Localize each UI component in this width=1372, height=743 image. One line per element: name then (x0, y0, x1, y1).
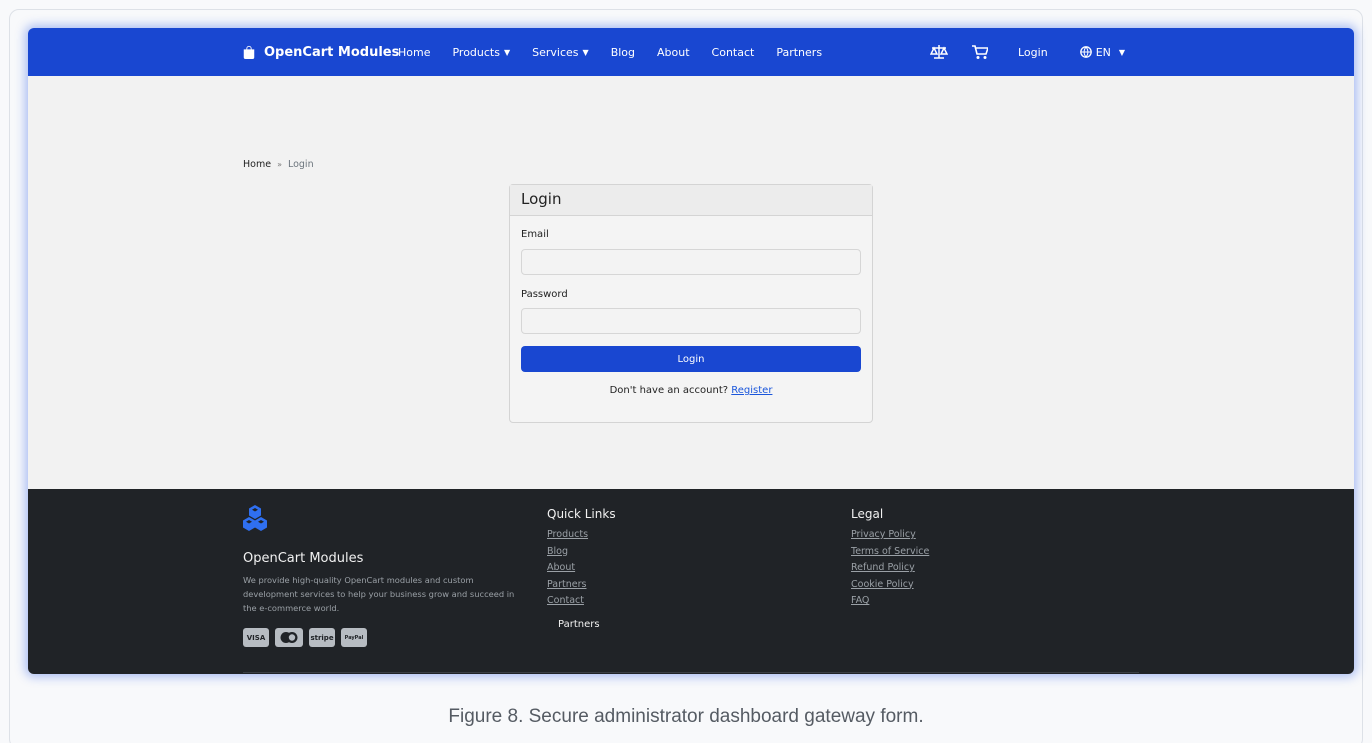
visa-icon: VISA (243, 628, 269, 647)
brand-name: OpenCart Modules (264, 44, 400, 60)
footer-partners-label[interactable]: Partners (558, 619, 600, 630)
cubes-logo-icon (243, 505, 267, 531)
breadcrumb-current: Login (287, 159, 314, 170)
nav-services-dropdown[interactable]: Services ▼ (532, 46, 589, 59)
footer-link-contact[interactable]: Contact (547, 593, 616, 610)
figure-caption: Figure 8. Secure administrator dashboard… (448, 706, 924, 727)
register-link[interactable]: Register (731, 385, 772, 396)
breadcrumb: Home » Login (243, 159, 314, 170)
nav-menu: Home Products ▼ Services ▼ Blog About Cont… (398, 28, 822, 76)
footer-link-about[interactable]: About (547, 560, 616, 577)
email-label: Email (521, 229, 549, 240)
email-field[interactable] (521, 249, 861, 275)
scale-icon[interactable] (930, 44, 948, 60)
globe-icon (1079, 46, 1092, 58)
nav-blog[interactable]: Blog (611, 46, 635, 59)
top-navbar: OpenCart Modules Home Products ▼ Services… (28, 28, 1354, 76)
footer-brand: OpenCart Modules (243, 551, 364, 566)
caret-down-icon: ▼ (582, 47, 589, 57)
nav-right-group: Login EN ▼ (930, 28, 1125, 76)
language-dropdown[interactable]: EN ▼ (1079, 46, 1126, 59)
legal-column: Legal Privacy Policy Terms of Service Re… (851, 507, 929, 610)
nav-about[interactable]: About (657, 46, 690, 59)
site-footer: OpenCart Modules We provide high-quality… (28, 489, 1354, 674)
login-card-title: Login (510, 185, 872, 216)
cart-icon[interactable] (972, 44, 988, 60)
legal-title: Legal (851, 507, 884, 521)
payment-methods: VISA stripe PayPal (243, 628, 367, 647)
breadcrumb-home[interactable]: Home (243, 159, 271, 170)
browser-viewport: OpenCart Modules Home Products ▼ Services… (28, 28, 1354, 674)
footer-link-privacy[interactable]: Privacy Policy (851, 527, 929, 544)
nav-partners[interactable]: Partners (776, 46, 822, 59)
nav-contact[interactable]: Contact (712, 46, 755, 59)
caret-down-icon: ▼ (1118, 47, 1126, 57)
mastercard-icon (275, 628, 303, 647)
quick-links-title: Quick Links (547, 507, 616, 521)
breadcrumb-separator: » (277, 160, 282, 169)
register-prompt: Don't have an account? Register (609, 385, 773, 396)
quick-links-column: Quick Links Products Blog About Partners… (547, 507, 616, 610)
password-label: Password (521, 289, 568, 300)
shopping-bag-icon (243, 45, 255, 59)
nav-products-dropdown[interactable]: Products ▼ (452, 46, 510, 59)
stripe-icon: stripe (309, 628, 335, 647)
brand-logo[interactable]: OpenCart Modules (242, 28, 399, 76)
footer-divider (243, 672, 1139, 673)
footer-link-faq[interactable]: FAQ (851, 593, 929, 610)
password-field[interactable] (521, 308, 861, 334)
nav-login[interactable]: Login (1018, 46, 1048, 59)
footer-link-products[interactable]: Products (547, 527, 616, 544)
login-card: Login Email Password Login Don't have an… (509, 184, 873, 423)
footer-link-partners[interactable]: Partners (547, 577, 616, 594)
footer-link-terms[interactable]: Terms of Service (851, 544, 929, 561)
footer-description: We provide high-quality OpenCart modules… (243, 575, 515, 613)
paypal-icon: PayPal (341, 628, 367, 647)
caret-down-icon: ▼ (503, 47, 511, 57)
footer-link-refund[interactable]: Refund Policy (851, 560, 929, 577)
login-button[interactable]: Login (521, 346, 861, 372)
footer-link-blog[interactable]: Blog (547, 544, 616, 561)
footer-link-cookie[interactable]: Cookie Policy (851, 577, 929, 594)
nav-home[interactable]: Home (398, 46, 430, 59)
